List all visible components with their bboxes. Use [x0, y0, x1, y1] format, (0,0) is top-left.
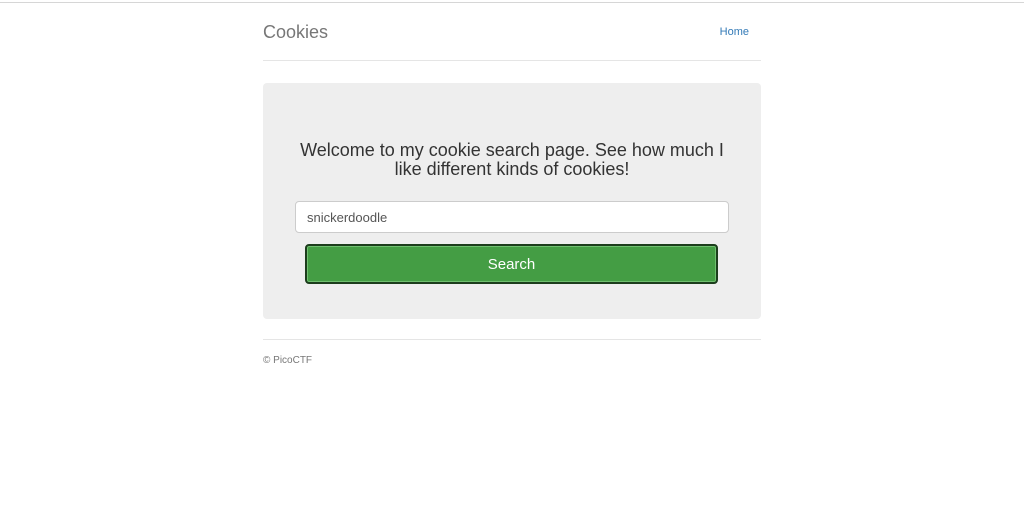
- cookie-search-input[interactable]: [295, 201, 729, 233]
- search-panel: Welcome to my cookie search page. See ho…: [263, 83, 761, 319]
- footer-copyright: © PicoCTF: [263, 355, 313, 366]
- header: Cookies Home: [263, 3, 761, 61]
- welcome-heading: Welcome to my cookie search page. See ho…: [300, 140, 724, 179]
- footer: © PicoCTF: [263, 339, 761, 366]
- page-container: Cookies Home Welcome to my cookie search…: [263, 3, 761, 366]
- search-button[interactable]: Search: [305, 244, 718, 284]
- nav-home-link[interactable]: Home: [720, 25, 749, 39]
- site-title: Cookies: [263, 22, 329, 42]
